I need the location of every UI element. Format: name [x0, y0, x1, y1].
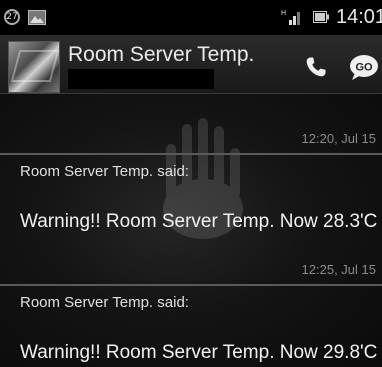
contact-avatar[interactable]: [8, 41, 60, 93]
go-label: GO: [355, 62, 373, 74]
notification-count-badge: 27: [4, 9, 20, 25]
contact-name: Room Server Temp.: [68, 43, 255, 66]
signal-icon: H: [281, 10, 300, 25]
message-body[interactable]: Warning!! Room Server Temp. Now 28.3'C: [20, 211, 377, 233]
contact-number-redacted: [68, 69, 214, 89]
message-sender: Room Server Temp. said:: [20, 294, 189, 311]
status-bar: 27 H 14:01: [0, 0, 382, 35]
phone-icon[interactable]: [304, 55, 328, 79]
message-body[interactable]: Warning!! Room Server Temp. Now 29.8'C: [20, 342, 377, 364]
message-timestamp: 12:25, Jul 15: [301, 262, 376, 277]
contact-header: Room Server Temp. GO: [0, 35, 382, 94]
image-notification-icon: [28, 10, 46, 25]
battery-icon: [313, 11, 329, 23]
message-divider: [0, 153, 382, 155]
sms-thread-screen: 27 H 14:01 Room Server Temp. GO 12:20, J…: [0, 0, 382, 367]
message-timestamp: 12:20, Jul 15: [301, 131, 376, 146]
network-type-label: H: [281, 10, 286, 17]
clock: 14:01: [336, 6, 382, 28]
message-divider: [0, 284, 382, 286]
message-list[interactable]: 12:20, Jul 15 Room Server Temp. said: Wa…: [0, 94, 382, 367]
message-sender: Room Server Temp. said:: [20, 163, 189, 180]
go-chat-icon[interactable]: GO: [348, 53, 380, 81]
